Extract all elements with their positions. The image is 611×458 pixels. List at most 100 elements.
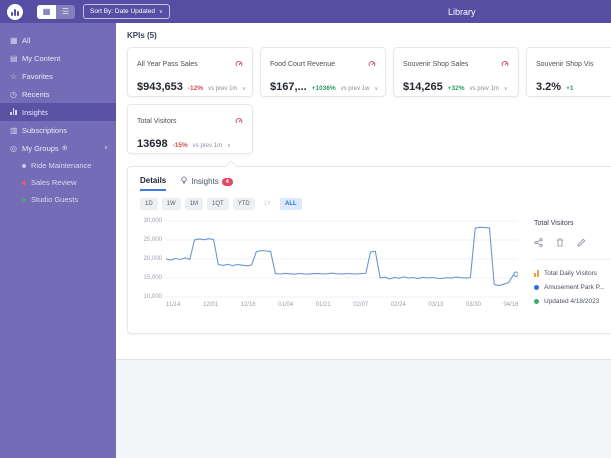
legend-item-updated: Updated 4/18/2023 bbox=[534, 294, 611, 308]
kpi-delta: +32% bbox=[447, 85, 465, 92]
y-axis-labels: 30,000 25,000 20,000 15,000 10,000 bbox=[140, 218, 166, 300]
group-color-dot bbox=[22, 180, 26, 185]
legend-label: Amusement Park P... bbox=[544, 283, 605, 291]
content-background-area bbox=[116, 359, 611, 458]
tab-label: Insights bbox=[191, 177, 219, 186]
group-label: Studio Guests bbox=[31, 195, 79, 204]
sidebar-item-insights[interactable]: Insights bbox=[0, 103, 116, 121]
insights-count-badge: 4 bbox=[221, 177, 233, 186]
chart-title: Total Visitors bbox=[534, 220, 574, 227]
tab-insights[interactable]: Insights 4 bbox=[180, 176, 233, 191]
kpi-card-all-year-pass-sales[interactable]: All Year Pass Sales $943,653 -12% vs pre… bbox=[127, 47, 253, 97]
grid-view-button[interactable]: ▦ bbox=[37, 4, 56, 19]
x-axis-tick-label: 03/13 bbox=[428, 302, 444, 308]
details-panel: Details Insights 4 1D 1W 1M 1QT YTD 1Y A… bbox=[127, 166, 611, 334]
tabs: Details Insights 4 bbox=[140, 176, 611, 191]
kpi-title: Souvenir Shop Sales bbox=[403, 60, 469, 68]
kpis-header: KPIs (5) bbox=[127, 31, 157, 40]
chevron-down-icon[interactable]: ∨ bbox=[242, 86, 246, 92]
kpi-card-total-visitors[interactable]: Total Visitors 13698 -15% vs prev 1m ∨ bbox=[127, 104, 253, 154]
sidebar-item-label: All bbox=[22, 35, 31, 45]
list-icon: ☰ bbox=[61, 7, 70, 16]
range-button-all[interactable]: ALL bbox=[280, 198, 302, 210]
kpi-gauge-icon bbox=[501, 55, 509, 73]
list-view-button[interactable]: ☰ bbox=[56, 4, 75, 19]
group-color-dot bbox=[22, 163, 26, 168]
kpi-card-food-court-revenue[interactable]: Food Court Revenue $167,... +1036% vs pr… bbox=[260, 47, 386, 97]
sidebar-item-label: Insights bbox=[22, 107, 48, 117]
star-icon: ☆ bbox=[10, 71, 18, 81]
details-panel-wrap: Details Insights 4 1D 1W 1M 1QT YTD 1Y A… bbox=[127, 160, 611, 334]
chevron-down-icon[interactable]: ∨ bbox=[104, 145, 108, 151]
insights-chart-icon bbox=[10, 107, 22, 117]
range-button-1qt[interactable]: 1QT bbox=[207, 198, 229, 210]
sort-dropdown[interactable]: Sort By: Date Updated ∨ bbox=[83, 4, 170, 19]
kpi-gauge-icon bbox=[368, 55, 376, 73]
bar-chart-icon bbox=[534, 269, 539, 277]
legend-label: Total Daily Visitors bbox=[544, 269, 597, 277]
group-label: Ride Maintenance bbox=[31, 161, 92, 170]
delete-icon[interactable] bbox=[556, 234, 564, 252]
x-axis-tick-label: 01/04 bbox=[278, 302, 294, 308]
kpi-cards-row-2: Total Visitors 13698 -15% vs prev 1m ∨ bbox=[127, 104, 611, 154]
sidebar-item-subscriptions[interactable]: ▥ Subscriptions bbox=[0, 121, 116, 139]
chart-side-panel: Total Visitors Total Daily Visitors Amus… bbox=[534, 220, 611, 314]
chevron-down-icon: ∨ bbox=[159, 8, 163, 15]
sidebar-item-favorites[interactable]: ☆ Favorites bbox=[0, 67, 116, 85]
kpi-delta: +1036% bbox=[311, 85, 336, 92]
chevron-down-icon[interactable]: ∨ bbox=[504, 86, 508, 92]
sidebar: ▦ All ▤ My Content ☆ Favorites ◷ Recents… bbox=[0, 23, 116, 458]
edit-icon[interactable] bbox=[577, 234, 586, 252]
sidebar-group-ride-maintenance[interactable]: Ride Maintenance bbox=[0, 157, 116, 174]
kpi-delta: -15% bbox=[172, 142, 188, 149]
main-content: KPIs (5) All Year Pass Sales $943,653 -1… bbox=[116, 23, 611, 458]
kpi-title: Food Court Revenue bbox=[270, 60, 335, 68]
sidebar-item-my-content[interactable]: ▤ My Content bbox=[0, 49, 116, 67]
legend-label: Updated 4/18/2023 bbox=[544, 297, 600, 305]
line-chart[interactable]: 11/14 12/01 12/18 01/04 01/21 02/07 02/24 03/13… bbox=[166, 220, 518, 314]
x-axis-tick-label: 04/16 bbox=[503, 302, 519, 308]
sidebar-group-studio-guests[interactable]: Studio Guests bbox=[0, 191, 116, 208]
y-axis-tick-label: 15,000 bbox=[143, 275, 162, 281]
sidebar-item-all[interactable]: ▦ All bbox=[0, 31, 116, 49]
sidebar-item-label: Subscriptions bbox=[22, 125, 68, 135]
add-group-icon[interactable]: ⊕ bbox=[62, 144, 68, 152]
chevron-down-icon[interactable]: ∨ bbox=[227, 143, 231, 149]
time-range-buttons: 1D 1W 1M 1QT YTD 1Y ALL bbox=[140, 198, 611, 210]
y-axis-tick-label: 10,000 bbox=[143, 294, 162, 300]
sidebar-item-recents[interactable]: ◷ Recents bbox=[0, 85, 116, 103]
y-axis-tick-label: 20,000 bbox=[143, 256, 162, 262]
range-button-1m[interactable]: 1M bbox=[184, 198, 204, 210]
tab-details[interactable]: Details bbox=[140, 176, 167, 191]
range-button-ytd[interactable]: YTD bbox=[232, 198, 255, 210]
kpi-compare: vs prev 1m bbox=[192, 143, 223, 149]
sort-label: Sort By: Date Updated bbox=[90, 8, 156, 15]
app-logo[interactable] bbox=[7, 3, 23, 20]
sidebar-group-sales-review[interactable]: Sales Review bbox=[0, 174, 116, 191]
kpi-value: 13698 bbox=[137, 138, 168, 150]
kpi-card-souvenir-shop-sales[interactable]: Souvenir Shop Sales $14,265 +32% vs prev… bbox=[393, 47, 519, 97]
groups-icon: ◎ bbox=[10, 143, 17, 153]
legend-item-series: Total Daily Visitors bbox=[534, 266, 611, 280]
kpi-value: $167,... bbox=[270, 81, 307, 93]
range-button-1y[interactable]: 1Y bbox=[259, 198, 276, 210]
subscriptions-icon: ▥ bbox=[10, 125, 18, 135]
range-button-1w[interactable]: 1W bbox=[161, 198, 181, 210]
kpi-delta: -12% bbox=[187, 85, 204, 92]
blue-dot-icon bbox=[534, 284, 539, 290]
clock-icon: ◷ bbox=[10, 89, 17, 99]
total-visitors-line-chart[interactable] bbox=[166, 220, 518, 298]
chart-actions bbox=[534, 234, 611, 252]
lightbulb-icon bbox=[180, 176, 188, 187]
page-title: Library bbox=[448, 6, 476, 17]
kpi-compare: vs prev 1w bbox=[340, 86, 370, 92]
kpi-title: Souvenir Shop Vis bbox=[536, 60, 594, 68]
chevron-down-icon[interactable]: ∨ bbox=[374, 86, 378, 92]
sidebar-item-my-groups[interactable]: ◎ My Groups ⊕ ∨ bbox=[0, 139, 116, 157]
share-icon[interactable] bbox=[534, 234, 543, 252]
range-button-1d[interactable]: 1D bbox=[140, 198, 158, 210]
kpi-card-souvenir-shop-visits[interactable]: Souvenir Shop Vis 3.2% +1 bbox=[526, 47, 611, 97]
tab-label: Details bbox=[140, 176, 167, 185]
green-dot-icon bbox=[534, 298, 539, 304]
kpi-delta: +1 bbox=[566, 85, 574, 92]
